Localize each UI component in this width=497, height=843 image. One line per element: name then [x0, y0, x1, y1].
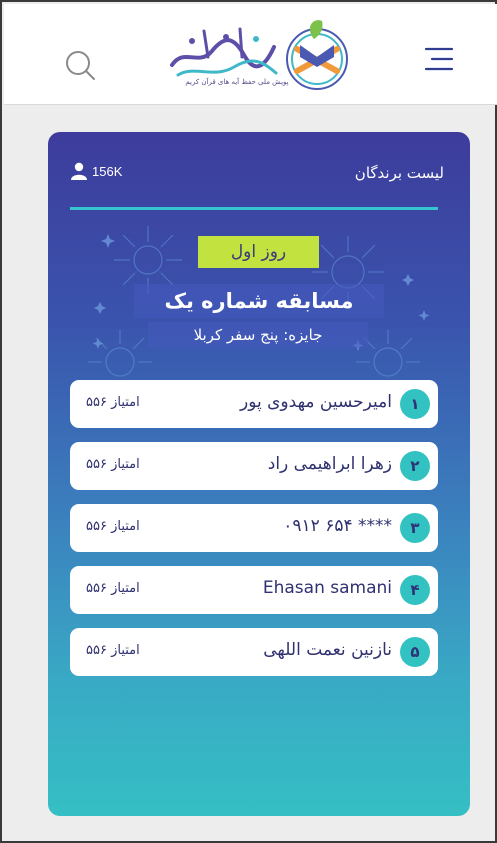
rank-badge: ۳ — [400, 513, 430, 543]
winner-name: Ehasan samani — [262, 578, 392, 598]
hamburger-menu-icon[interactable] — [424, 46, 454, 72]
winner-score: امتیاز ۵۵۶ — [86, 643, 140, 658]
header-divider — [70, 207, 438, 210]
day-badge: روز اول — [198, 236, 319, 268]
winner-name: امیرحسین مهدوی پور — [240, 392, 392, 412]
app-frame: پویش ملی حفظ آیه های قرآن کریم لیست برند… — [0, 0, 497, 843]
winner-row[interactable]: ۲ زهرا ابراهیمی راد امتیاز ۵۵۶ — [70, 442, 438, 490]
winner-row[interactable]: ۳ ۰۹۱۲ ۶۵۴ **** امتیاز ۵۵۶ — [70, 504, 438, 552]
winner-row[interactable]: ۴ Ehasan samani امتیاز ۵۵۶ — [70, 566, 438, 614]
winner-score: امتیاز ۵۵۶ — [86, 395, 140, 410]
rank-badge: ۲ — [400, 451, 430, 481]
winners-card: لیست برندگان 156K روز اول مسابقه شماره ی… — [48, 132, 470, 816]
winners-list-title: لیست برندگان — [354, 164, 444, 182]
winner-name: نازنین نعمت اللهی — [263, 640, 392, 660]
winner-name: زهرا ابراهیمی راد — [267, 454, 392, 474]
rank-badge: ۱ — [400, 389, 430, 419]
participant-count: 156K — [70, 160, 122, 182]
logo-tagline: پویش ملی حفظ آیه های قرآن کریم — [185, 78, 289, 86]
participant-count-value: 156K — [92, 163, 123, 179]
user-icon — [71, 162, 87, 180]
winner-row[interactable]: ۱ امیرحسین مهدوی پور امتیاز ۵۵۶ — [70, 380, 438, 428]
winner-score: امتیاز ۵۵۶ — [86, 581, 140, 596]
prize-text: جایزه: پنج سفر کربلا — [148, 322, 368, 348]
winner-name: ۰۹۱۲ ۶۵۴ **** — [283, 516, 392, 536]
search-icon[interactable] — [62, 47, 98, 83]
winner-score: امتیاز ۵۵۶ — [86, 519, 140, 534]
rank-badge: ۵ — [400, 637, 430, 667]
top-app-bar: پویش ملی حفظ آیه های قرآن کریم — [4, 4, 497, 105]
contest-title: مسابقه شماره یک — [134, 284, 384, 318]
winner-score: امتیاز ۵۵۶ — [86, 457, 140, 472]
rank-badge: ۴ — [400, 575, 430, 605]
winner-row[interactable]: ۵ نازنین نعمت اللهی امتیاز ۵۵۶ — [70, 628, 438, 676]
